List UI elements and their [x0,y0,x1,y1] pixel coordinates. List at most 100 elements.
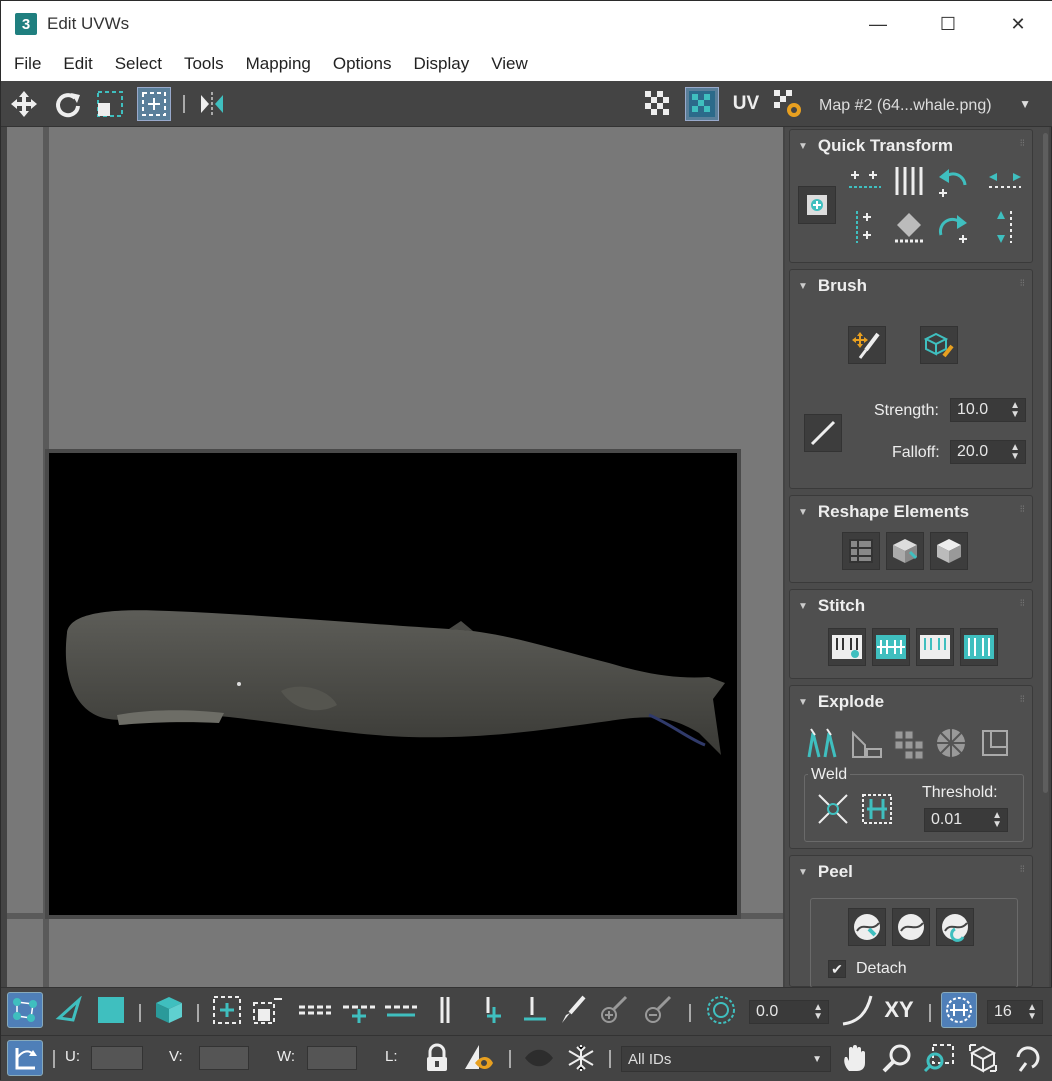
options-checker-gear-icon[interactable] [771,87,805,121]
rotate-ccw-icon[interactable] [934,162,972,200]
freeze-snowflake-icon[interactable] [563,1040,599,1076]
spinner-arrows-icon[interactable]: ▲ ▼ [992,811,1002,830]
paint-move-brush-icon[interactable] [848,326,886,364]
drag-grip-icon[interactable]: ⁝⁝ [1020,864,1025,875]
soft-selection-icon[interactable] [703,992,739,1028]
drag-grip-icon[interactable]: ⁝⁝ [1020,504,1025,515]
flatten-by-material-ids-icon[interactable] [932,724,970,762]
reshape-elements-header[interactable]: ▼ Reshape Elements [798,502,969,522]
break-icon[interactable] [804,724,842,762]
freeform-mode-icon[interactable] [137,87,171,121]
zoom-region-icon[interactable] [921,1040,957,1076]
falloff-space-xy[interactable]: XY [881,992,917,1028]
maximize-button[interactable]: ☐ [913,1,983,47]
map-select-dropdown[interactable]: Map #2 (64...whale.png) ▼ [811,91,1041,121]
weld-selected-icon[interactable] [814,790,852,828]
uv-viewport[interactable] [7,127,783,987]
menu-tools[interactable]: Tools [173,54,235,74]
drag-grip-icon[interactable]: ⁝⁝ [1020,694,1025,705]
material-ids-dropdown[interactable]: All IDs ▼ [621,1046,831,1072]
flatten-by-polygon-angle-icon[interactable] [848,724,886,762]
spinner-arrows-icon[interactable]: ▲ ▼ [813,1003,823,1022]
falloff-distance-spinner[interactable]: 0.0 ▲ ▼ [749,1000,829,1024]
align-vertical-icon[interactable] [846,208,884,246]
paint-select-grow-icon[interactable] [595,992,631,1028]
undo-history-icon[interactable] [1009,1040,1045,1076]
uv-label[interactable]: UV [729,87,763,121]
menu-view[interactable]: View [480,54,539,74]
vertex-mode-icon[interactable] [7,992,43,1028]
paint-select-icon[interactable] [555,992,591,1028]
rotate-icon[interactable] [51,87,85,121]
brush-header[interactable]: ▼ Brush [798,276,867,296]
strength-spinner[interactable]: 10.0 ▲ ▼ [950,398,1026,422]
grow-selection-icon[interactable] [209,992,245,1028]
u-input[interactable] [91,1046,143,1070]
menu-mapping[interactable]: Mapping [235,54,322,74]
space-horizontal-icon[interactable] [986,162,1024,200]
scrollbar-thumb[interactable] [1043,133,1048,793]
threshold-spinner[interactable]: 0.01 ▲ ▼ [924,808,1008,832]
loop-grow-icon[interactable] [341,992,377,1028]
menu-file[interactable]: File [3,54,52,74]
checker-pattern-icon[interactable] [641,87,675,121]
relax-brush-icon[interactable] [920,326,958,364]
limit-selection-icon[interactable] [941,992,977,1028]
peel-mode-icon[interactable] [892,908,930,946]
zoom-extents-icon[interactable] [965,1040,1001,1076]
right-panel-scrollbar[interactable] [1041,127,1049,987]
quick-transform-header[interactable]: ▼ Quick Transform [798,136,953,156]
mirror-icon[interactable] [195,87,229,121]
w-input[interactable] [307,1046,357,1070]
relax-element-icon[interactable] [886,532,924,570]
zoom-icon[interactable] [879,1040,915,1076]
grid-size-spinner[interactable]: 16 ▲ ▼ [987,1000,1043,1024]
ring-shrink-icon[interactable] [517,992,553,1028]
brush-falloff-curve-icon[interactable] [804,414,842,452]
spinner-arrows-icon[interactable]: ▲ ▼ [1027,1003,1037,1022]
quick-peel-icon[interactable] [848,908,886,946]
pivot-icon[interactable] [798,186,836,224]
menu-select[interactable]: Select [104,54,173,74]
rotate-cw-icon[interactable] [934,208,972,246]
flatten-by-smoothing-groups-icon[interactable] [890,724,928,762]
stitch-to-source-icon[interactable] [872,628,910,666]
drag-grip-icon[interactable]: ⁝⁝ [1020,278,1025,289]
reset-peel-icon[interactable] [936,908,974,946]
element-mode-icon[interactable] [151,992,187,1028]
minimize-button[interactable]: — [843,1,913,47]
loop-select-icon[interactable] [297,992,333,1028]
lock-selection-icon[interactable] [419,1040,455,1076]
ring-grow-icon[interactable] [473,992,509,1028]
weld-target-icon[interactable] [858,790,896,828]
stitch-header[interactable]: ▼ Stitch [798,596,865,616]
show-map-icon[interactable] [685,87,719,121]
edge-mode-icon[interactable] [51,992,87,1028]
scale-icon[interactable] [93,87,127,121]
menu-options[interactable]: Options [322,54,403,74]
relax-shape-icon[interactable] [930,532,968,570]
move-icon[interactable] [7,87,41,121]
polygon-mode-icon[interactable] [93,992,129,1028]
menu-edit[interactable]: Edit [52,54,103,74]
freeze-preview-icon[interactable] [521,1040,557,1076]
explode-header[interactable]: ▼ Explode [798,692,884,712]
ring-select-icon[interactable] [427,992,463,1028]
v-input[interactable] [199,1046,249,1070]
shrink-selection-icon[interactable] [249,992,285,1028]
stitch-average-icon[interactable] [916,628,954,666]
menu-display[interactable]: Display [402,54,480,74]
straighten-selection-icon[interactable] [842,532,880,570]
align-horizontal-icon[interactable] [846,162,884,200]
drag-grip-icon[interactable]: ⁝⁝ [1020,138,1025,149]
falloff-spinner[interactable]: 20.0 ▲ ▼ [950,440,1026,464]
drag-grip-icon[interactable]: ⁝⁝ [1020,598,1025,609]
stitch-custom-icon[interactable] [828,628,866,666]
space-vertical-arrows-icon[interactable] [986,208,1024,246]
spinner-arrows-icon[interactable]: ▲ ▼ [1010,401,1020,420]
stitch-to-target-icon[interactable] [960,628,998,666]
loop-shrink-icon[interactable] [383,992,419,1028]
straighten-icon[interactable] [890,208,928,246]
paint-select-shrink-icon[interactable] [639,992,675,1028]
falloff-type-curve-icon[interactable] [839,992,875,1028]
